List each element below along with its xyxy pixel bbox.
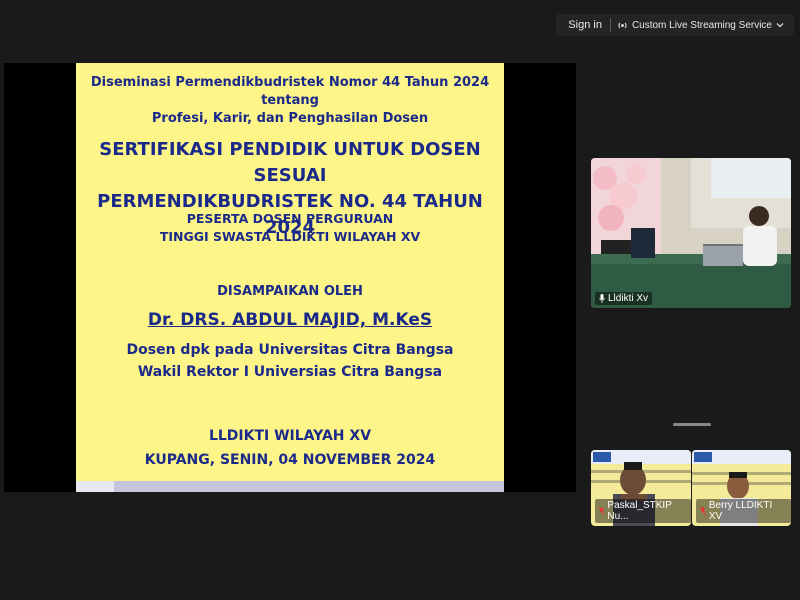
slide-audience: PESERTA DOSEN PERGURUAN TINGGI SWASTA LL… [82,210,498,246]
participant-name-2: Berry LLDIKTI XV [696,499,791,523]
slide-strip-accent [76,481,114,492]
slide-subtitle-line-1: Diseminasi Permendikbudristek Nomor 44 T… [90,75,490,108]
presentation-slide: Diseminasi Permendikbudristek Nomor 44 T… [76,63,504,492]
video-tile-participant-2[interactable]: Berry LLDIKTI XV [692,450,791,526]
participant-name-main: Lldikti Xv [595,292,653,305]
microphone-muted-icon [599,506,605,516]
slide-audience-line-2: TINGGI SWASTA LLDIKTI WILAYAH XV [159,229,421,244]
video-tile-main[interactable]: Lldikti Xv [591,158,791,308]
participant-name-1: Paskal_STKIP Nu... [595,499,691,523]
live-stream-label: Custom Live Streaming Service [631,19,772,31]
slide-audience-line-1: PESERTA DOSEN PERGURUAN [186,211,394,226]
sign-in-button[interactable]: Sign in [560,14,610,36]
chevron-down-icon [776,23,784,28]
slide-speaker-roles: Dosen dpk pada Universitas Citra Bangsa … [82,339,498,383]
live-stream-button[interactable]: Custom Live Streaming Service [611,20,790,31]
slide-speaker-name: Dr. DRS. ABDUL MAJID, M.KeS [147,310,433,330]
gallery-resize-handle[interactable] [673,423,711,426]
slide-bottom-strip [76,481,504,492]
participant-name-text: Paskal_STKIP Nu... [607,500,672,522]
slide-speaker-role-2: Wakil Rektor I Universias Citra Bangsa [137,364,443,380]
shared-screen[interactable]: Diseminasi Permendikbudristek Nomor 44 T… [4,63,576,492]
slide-presented-by: DISAMPAIKAN OLEH [217,284,363,299]
slide-speaker-role-1: Dosen dpk pada Universitas Citra Bangsa [126,342,454,358]
slide-title-line-1: SERTIFIKASI PENDIDIK UNTUK DOSEN SESUAI [99,139,481,186]
top-bar: Sign in Custom Live Streaming Service [556,14,794,36]
participant-name-text: Berry LLDIKTI XV [708,500,773,522]
slide-organization: LLDIKTI WILAYAH XV [208,428,372,444]
slide-subtitle-line-2: Profesi, Karir, dan Penghasilan Dosen [151,111,429,126]
slide-subtitle: Diseminasi Permendikbudristek Nomor 44 T… [82,74,498,128]
slide-place-date: KUPANG, SENIN, 04 NOVEMBER 2024 [144,452,436,468]
microphone-icon [599,294,605,303]
broadcast-icon [618,22,627,28]
slide-footer: LLDIKTI WILAYAH XV KUPANG, SENIN, 04 NOV… [82,424,498,472]
participant-name-text: Lldikti Xv [608,293,649,304]
video-feed-main [591,158,791,308]
video-tile-participant-1[interactable]: Paskal_STKIP Nu... [591,450,691,526]
microphone-muted-icon [700,506,706,516]
